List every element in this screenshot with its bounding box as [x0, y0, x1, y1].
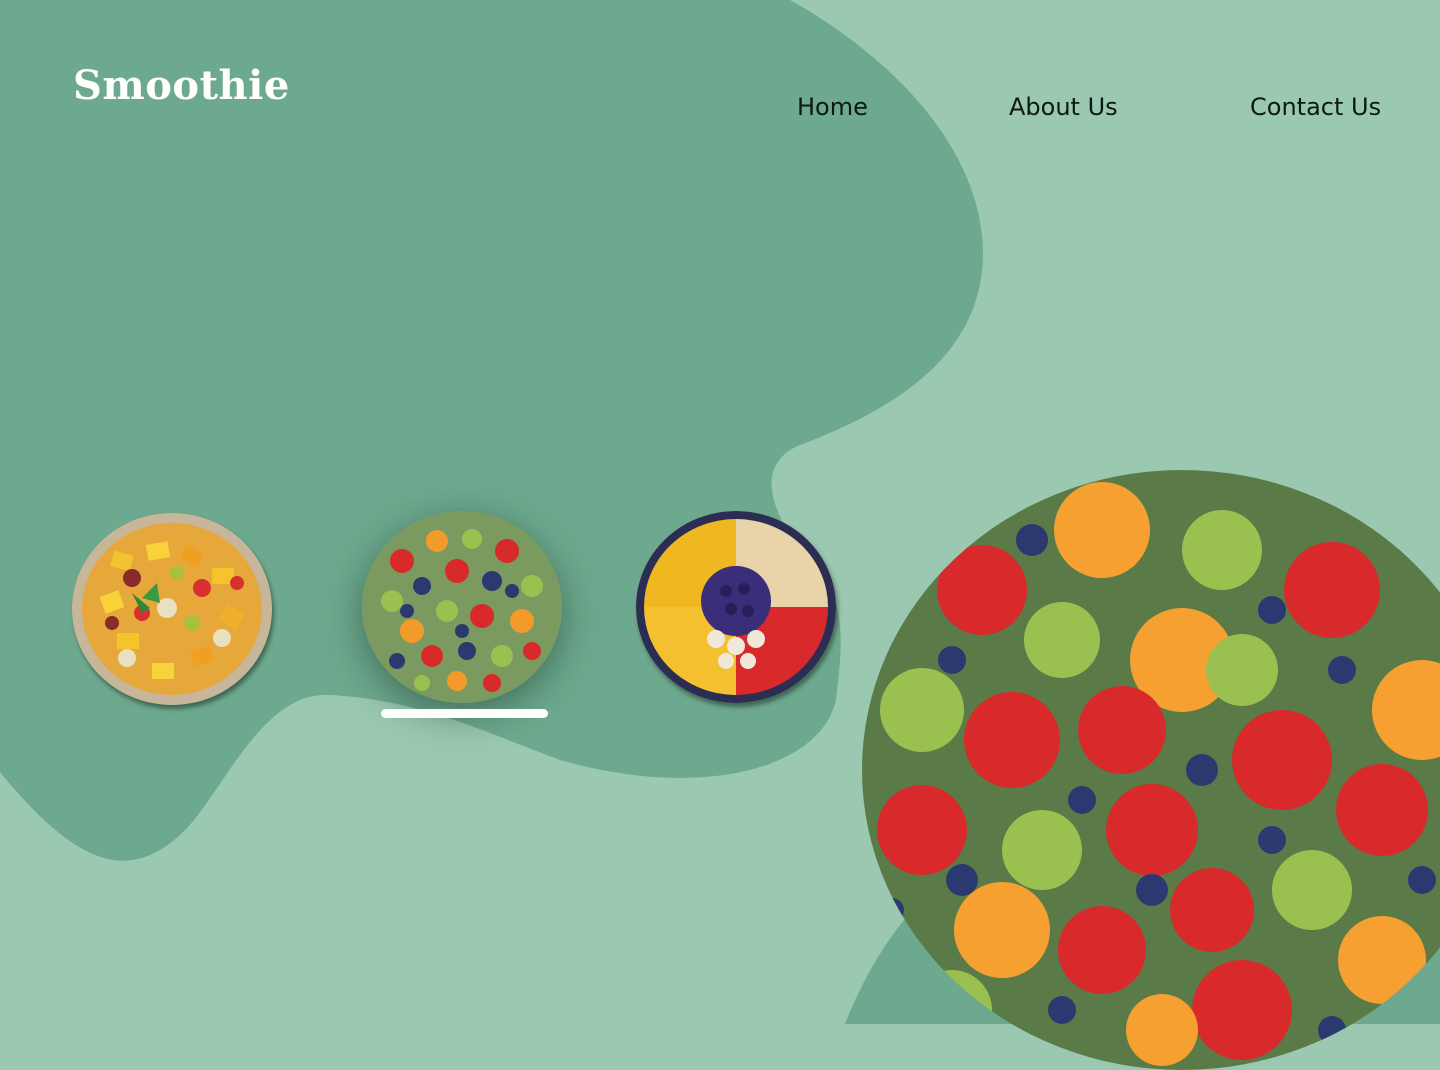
active-slide-indicator — [381, 709, 548, 718]
fruit-salad-bowl-image — [72, 513, 272, 705]
thumbnail-berry-platter[interactable] — [362, 511, 562, 703]
fruit-arrangement-bowl-image — [636, 511, 836, 703]
main-nav: Home About Us Contact Us — [0, 92, 1440, 122]
nav-about-link[interactable]: About Us — [1009, 92, 1118, 122]
nav-contact-link[interactable]: Contact Us — [1250, 92, 1381, 122]
mixed-berry-platter-image — [362, 511, 562, 703]
main-green-blob — [0, 0, 984, 861]
thumbnail-fruit-salad[interactable] — [72, 513, 272, 705]
nav-home-link[interactable]: Home — [797, 92, 868, 122]
thumbnail-fruit-arrangement[interactable] — [636, 511, 836, 703]
